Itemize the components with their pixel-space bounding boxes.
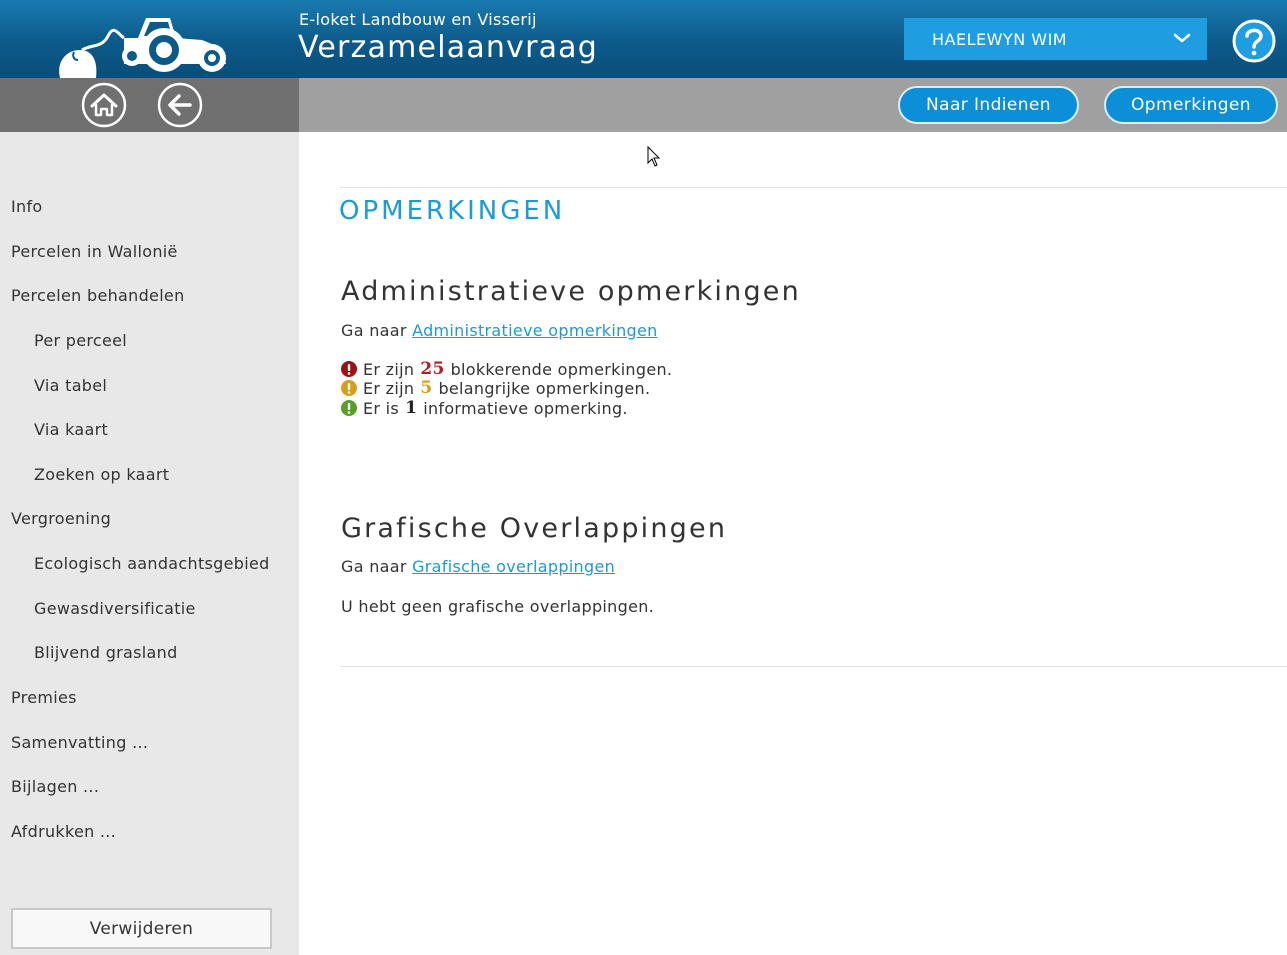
- sidebar-item-percelen-behandelen[interactable]: Percelen behandelen: [11, 286, 185, 305]
- important-count: 5: [420, 378, 433, 398]
- admin-goto-line: Ga naar Administratieve opmerkingen: [341, 321, 658, 340]
- submit-button[interactable]: Naar Indienen: [898, 86, 1079, 124]
- mouse-cursor-icon: [647, 146, 661, 167]
- error-icon: [341, 361, 357, 377]
- delete-button[interactable]: Verwijderen: [11, 908, 272, 949]
- sidebar-item-wallonie[interactable]: Percelen in Wallonië: [11, 242, 178, 261]
- sidebar-item-afdrukken[interactable]: Afdrukken ...: [11, 822, 116, 841]
- user-name: HAELEWYN WIM: [932, 29, 1068, 49]
- info-count: 1: [405, 398, 418, 418]
- msg-prefix: Er zijn: [363, 378, 415, 398]
- important-remarks-line: Er zijn 5 belangrijke opmerkingen.: [341, 378, 650, 398]
- header-bar: E-loket Landbouw en Visserij Verzamelaan…: [0, 0, 1287, 78]
- msg-suffix: blokkerende opmerkingen.: [450, 359, 673, 379]
- bottom-divider: [340, 666, 1287, 667]
- sidebar-item-via-kaart[interactable]: Via kaart: [34, 420, 108, 439]
- sidebar-item-blijvend-grasland[interactable]: Blijvend grasland: [34, 643, 178, 662]
- warning-icon: [341, 380, 357, 396]
- info-remarks-line: Er is 1 informatieve opmerking.: [341, 398, 628, 418]
- section-heading: OPMERKINGEN: [339, 196, 566, 226]
- sidebar-item-bijlagen[interactable]: Bijlagen ...: [11, 777, 99, 796]
- top-divider: [340, 187, 1287, 188]
- sidebar-item-zoeken-op-kaart[interactable]: Zoeken op kaart: [34, 465, 169, 484]
- help-icon[interactable]: [1231, 18, 1277, 64]
- home-icon[interactable]: [81, 82, 127, 128]
- sidebar-item-info[interactable]: Info: [11, 197, 42, 216]
- sidebar-item-per-perceel[interactable]: Per perceel: [34, 331, 127, 350]
- overlap-link[interactable]: Grafische overlappingen: [412, 557, 615, 576]
- goto-prefix: Ga naar: [341, 321, 407, 340]
- msg-prefix: Er zijn: [363, 359, 415, 379]
- blocking-count: 25: [420, 359, 445, 379]
- sidebar-item-ecologisch[interactable]: Ecologisch aandachtsgebied: [34, 554, 270, 573]
- overlap-status: U hebt geen grafische overlappingen.: [341, 597, 655, 616]
- sidebar-item-gewasdiversificatie[interactable]: Gewasdiversificatie: [34, 599, 196, 618]
- admin-remarks-link[interactable]: Administratieve opmerkingen: [412, 321, 657, 340]
- info-icon: [341, 400, 357, 416]
- sidebar-item-premies[interactable]: Premies: [11, 688, 77, 707]
- page-title: Verzamelaanvraag: [298, 30, 599, 65]
- goto-prefix: Ga naar: [341, 557, 407, 576]
- sidebar-item-samenvatting[interactable]: Samenvatting ...: [11, 733, 148, 752]
- sidebar-item-via-tabel[interactable]: Via tabel: [34, 376, 107, 395]
- msg-prefix: Er is: [363, 398, 400, 418]
- msg-suffix: belangrijke opmerkingen.: [438, 378, 651, 398]
- app: E-loket Landbouw en Visserij Verzamelaan…: [0, 0, 1287, 955]
- blocking-remarks-line: Er zijn 25 blokkerende opmerkingen.: [341, 359, 672, 379]
- remarks-button[interactable]: Opmerkingen: [1104, 86, 1278, 124]
- back-arrow-icon[interactable]: [157, 82, 203, 128]
- chevron-down-icon: [1173, 33, 1191, 43]
- sidebar-item-vergroening[interactable]: Vergroening: [11, 509, 111, 528]
- msg-suffix: informatieve opmerking.: [423, 398, 628, 418]
- admin-remarks-title: Administratieve opmerkingen: [341, 276, 801, 307]
- overlap-title: Grafische Overlappingen: [341, 513, 728, 544]
- app-subtitle: E-loket Landbouw en Visserij: [299, 10, 537, 29]
- user-select[interactable]: HAELEWYN WIM: [904, 18, 1207, 60]
- tractor-logo-icon[interactable]: [52, 4, 232, 78]
- toolbar-left: [0, 78, 299, 132]
- overlap-goto-line: Ga naar Grafische overlappingen: [341, 557, 615, 576]
